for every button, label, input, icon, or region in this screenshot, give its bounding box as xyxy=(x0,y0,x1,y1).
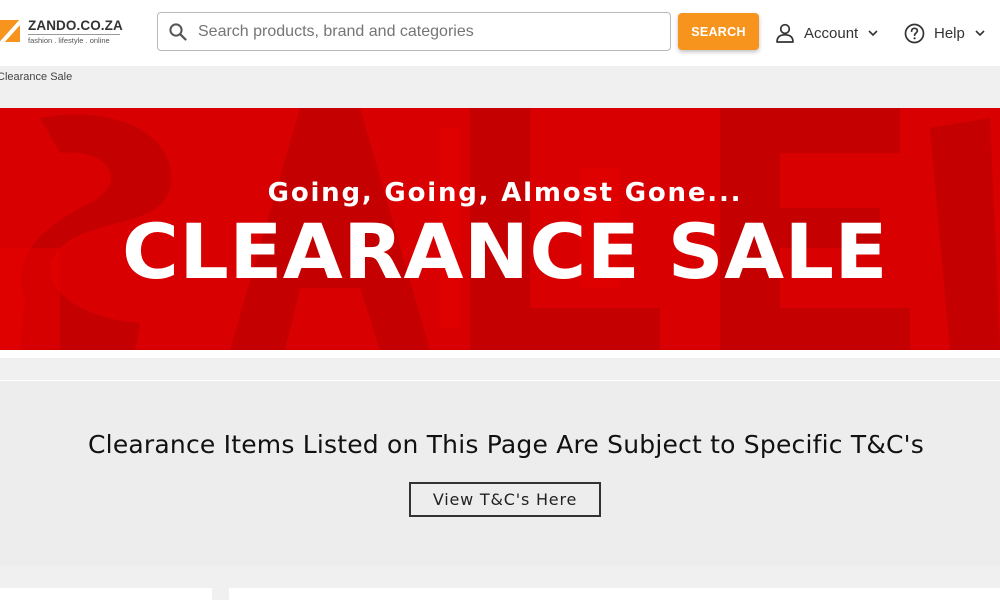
help-icon xyxy=(904,23,925,43)
zando-logo[interactable]: ZANDO.CO.ZA fashion . lifestyle . online xyxy=(0,18,130,48)
chevron-down-icon xyxy=(868,29,878,36)
breadcrumb[interactable]: Clearance Sale xyxy=(0,71,72,83)
content-card xyxy=(229,588,1000,600)
logo-mark-icon xyxy=(0,20,20,42)
search-input[interactable] xyxy=(198,14,658,49)
terms-notice xyxy=(0,380,1000,566)
account-label: Account xyxy=(804,24,859,42)
content-card xyxy=(0,588,212,600)
chevron-down-icon xyxy=(975,29,985,36)
search-button[interactable]: SEARCH xyxy=(678,13,759,50)
banner-subtitle: Going, Going, Almost Gone... xyxy=(267,178,743,208)
help-label: Help xyxy=(934,24,965,42)
search-box xyxy=(157,12,671,51)
logo-divider xyxy=(28,34,120,35)
help-menu[interactable]: Help xyxy=(904,18,985,48)
logo-name: ZANDO.CO.ZA xyxy=(28,18,123,33)
view-terms-button[interactable]: View T&C's Here xyxy=(409,482,601,517)
terms-notice-text: Clearance Items Listed on This Page Are … xyxy=(88,430,924,459)
logo-tagline: fashion . lifestyle . online xyxy=(28,36,110,45)
site-header: ZANDO.CO.ZA fashion . lifestyle . online… xyxy=(0,0,1000,66)
search-icon xyxy=(169,23,187,41)
section-divider xyxy=(0,350,1000,358)
account-menu[interactable]: Account xyxy=(775,18,878,48)
banner-title: CLEARANCE SALE xyxy=(122,207,888,296)
user-icon xyxy=(776,23,794,43)
